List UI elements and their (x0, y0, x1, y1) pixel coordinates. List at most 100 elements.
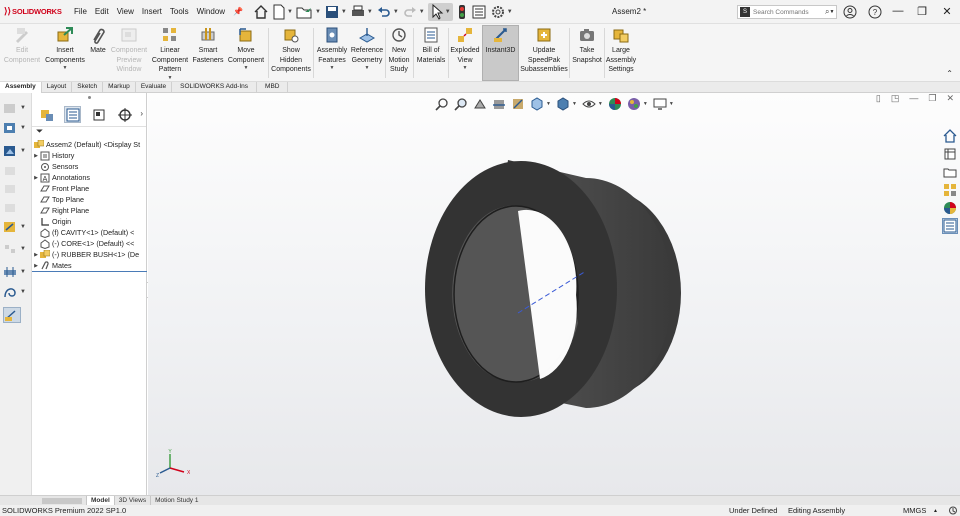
left-tool-3[interactable]: ▼ (3, 143, 29, 159)
reference-triad[interactable]: Y X Z (156, 448, 190, 480)
zoom-to-fit-button[interactable] (435, 97, 449, 111)
tab-layout[interactable]: Layout (42, 82, 73, 93)
move-component-button[interactable]: Move Component ▼ (226, 26, 266, 71)
reference-geometry-button[interactable]: Reference Geometry ▼ (349, 26, 385, 71)
edit-appearance-button[interactable] (608, 97, 622, 111)
options-button[interactable]: ▼ (490, 3, 513, 21)
file-properties-button[interactable] (471, 3, 487, 21)
instant3d-button[interactable]: Instant3D (482, 25, 519, 81)
pin-menu-icon[interactable]: 📌 (233, 7, 243, 16)
redo-button[interactable]: ▼ (402, 3, 425, 21)
tree-node-annotations[interactable]: ▶ A Annotations (32, 172, 147, 183)
tree-node-right-plane[interactable]: Right Plane (32, 205, 147, 216)
bill-of-materials-button[interactable]: Bill of Materials (414, 26, 448, 65)
dynamic-annotation-button[interactable] (511, 97, 525, 111)
tree-node-core[interactable]: (-) CORE<1> (Default) << (32, 238, 147, 249)
solidworks-resources-tab[interactable] (942, 128, 958, 144)
save-button[interactable]: ▼ (324, 3, 347, 21)
document-minimize-icon[interactable]: — (909, 93, 918, 104)
new-dropdown-icon[interactable]: ▼ (287, 9, 293, 15)
account-button[interactable] (842, 4, 858, 20)
insert-components-dropdown-icon[interactable]: ▼ (63, 65, 68, 71)
expand-arrow-icon[interactable]: ▶ (32, 263, 40, 269)
view-settings-dropdown-icon[interactable]: ▼ (669, 101, 674, 107)
large-assembly-settings-button[interactable]: Large Assembly Settings (605, 26, 637, 75)
move-component-dropdown-icon[interactable]: ▼ (244, 65, 249, 71)
tree-node-front-plane[interactable]: Front Plane (32, 183, 147, 194)
tree-node-cavity[interactable]: (f) CAVITY<1> (Default) < (32, 227, 147, 238)
model-rubber-bush[interactable] (418, 153, 698, 423)
close-window-icon[interactable]: ✕ (940, 5, 954, 18)
left-tool-3-dropdown-icon[interactable]: ▼ (20, 148, 26, 154)
tab-dimxpert-manager[interactable] (116, 106, 133, 123)
file-explorer-tab[interactable] (942, 164, 958, 180)
left-tool-6[interactable] (3, 200, 29, 216)
new-motion-study-button[interactable]: New Motion Study (386, 26, 412, 75)
exploded-view-dropdown-icon[interactable]: ▼ (463, 65, 468, 71)
left-tool-8[interactable]: ▼ (3, 241, 29, 257)
tab-scrollbar[interactable] (42, 498, 82, 504)
tab-assembly[interactable]: Assembly (0, 82, 42, 93)
linear-component-pattern-button[interactable]: Linear Component Pattern ▼ (150, 26, 190, 81)
hide-show-dropdown-icon[interactable]: ▼ (598, 101, 603, 107)
tree-node-rubber-bush[interactable]: ▶ (-) RUBBER BUSH<1> (De (32, 249, 147, 260)
tab-solidworks-addins[interactable]: SOLIDWORKS Add-Ins (172, 82, 258, 93)
left-tool-4[interactable] (3, 163, 29, 179)
unit-system-dropdown-icon[interactable]: ▲ (933, 508, 938, 514)
graphics-area[interactable]: ▼ ▼ ▼ ▼ ▼ ▯ ◳ — ❐ ✕ Y X Z (148, 93, 960, 495)
tree-root-node[interactable]: Assem2 (Default) <Display St (32, 139, 147, 150)
home-button[interactable] (253, 3, 269, 21)
left-tool-10-dropdown-icon[interactable]: ▼ (20, 289, 26, 295)
left-tool-7[interactable]: ▼ (3, 219, 29, 235)
rebuild-status-icon[interactable] (948, 506, 958, 515)
minimize-window-icon[interactable]: — (891, 5, 905, 17)
search-dropdown-icon[interactable]: ▼ (829, 9, 834, 15)
menu-view[interactable]: View (117, 7, 134, 16)
left-tool-2-dropdown-icon[interactable]: ▼ (20, 125, 26, 131)
redo-dropdown-icon[interactable]: ▼ (419, 9, 425, 15)
component-preview-window-button[interactable]: Component Preview Window (110, 26, 148, 75)
print-button[interactable]: ▼ (350, 3, 373, 21)
options-dropdown-icon[interactable]: ▼ (507, 9, 513, 15)
smart-fasteners-button[interactable]: Smart Fasteners (191, 26, 225, 65)
mate-button[interactable]: Mate (88, 26, 108, 56)
tree-node-mates[interactable]: ▶ Mates (32, 260, 147, 271)
view-orientation-dropdown-icon[interactable]: ▼ (546, 101, 551, 107)
menu-window[interactable]: Window (197, 7, 225, 16)
assembly-features-dropdown-icon[interactable]: ▼ (330, 65, 335, 71)
document-restore-icon[interactable]: ❐ (928, 93, 936, 104)
open-dropdown-icon[interactable]: ▼ (315, 9, 321, 15)
left-tool-1-dropdown-icon[interactable]: ▼ (20, 105, 26, 111)
custom-properties-tab[interactable] (942, 218, 958, 234)
left-tool-7-dropdown-icon[interactable]: ▼ (20, 224, 26, 230)
view-settings-button[interactable] (653, 97, 667, 111)
tab-feature-manager[interactable] (38, 106, 55, 123)
undo-dropdown-icon[interactable]: ▼ (393, 9, 399, 15)
new-document-button[interactable]: ▼ (272, 3, 293, 21)
left-tool-8-dropdown-icon[interactable]: ▼ (20, 246, 26, 252)
app-logo[interactable]: ⟩⟩ SOLIDWORKS (4, 6, 62, 17)
tree-node-history[interactable]: ▶ History (32, 150, 147, 161)
rebuild-button[interactable] (456, 3, 468, 21)
document-close-icon[interactable]: ✕ (946, 93, 954, 104)
rollback-bar[interactable] (32, 271, 147, 272)
reference-geometry-dropdown-icon[interactable]: ▼ (365, 65, 370, 71)
select-dropdown-icon[interactable]: ▼ (445, 9, 451, 15)
tree-node-origin[interactable]: Origin (32, 216, 147, 227)
edit-component-button[interactable]: Edit Component (3, 26, 41, 65)
previous-view-button[interactable] (473, 97, 487, 111)
tree-node-sensors[interactable]: Sensors (32, 161, 147, 172)
show-hidden-components-button[interactable]: Show Hidden Components (269, 26, 313, 75)
view-palette-tab[interactable] (942, 182, 958, 198)
search-scope-icon[interactable]: S (740, 7, 750, 17)
tab-sketch[interactable]: Sketch (72, 82, 104, 93)
appearances-tab[interactable] (942, 200, 958, 216)
left-tool-9-dropdown-icon[interactable]: ▼ (20, 269, 26, 275)
menu-tools[interactable]: Tools (170, 7, 189, 16)
undo-button[interactable]: ▼ (376, 3, 399, 21)
view-orientation-button[interactable] (530, 97, 544, 111)
save-dropdown-icon[interactable]: ▼ (341, 9, 347, 15)
tab-motion-study-1[interactable]: Motion Study 1 (150, 496, 202, 505)
collapse-ribbon-icon[interactable]: ⌃ (946, 69, 953, 78)
tree-node-top-plane[interactable]: Top Plane (32, 194, 147, 205)
